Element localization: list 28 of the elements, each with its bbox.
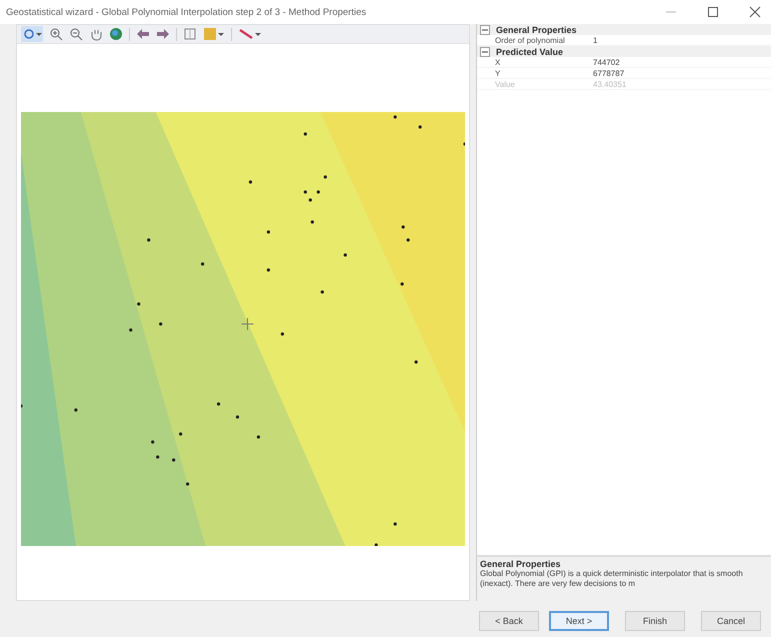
property-value[interactable]: 6778787 [593,68,624,78]
zoom-in-icon[interactable] [49,27,63,41]
property-value[interactable]: 1 [593,36,598,44]
wizard-button[interactable]: Cancel [701,611,761,631]
property-name: Order of polynomial [495,36,566,44]
line-tool-icon[interactable] [238,27,262,41]
group-title: General Properties [496,24,577,34]
globe-icon[interactable] [109,27,123,41]
window-title: Geostatistical wizard - Global Polynomial Interpolation step 2 of 3 - Method Properties [6,6,366,18]
close-icon[interactable] [749,6,761,18]
collapse-icon[interactable] [480,24,490,34]
property-value[interactable]: 744702 [593,58,620,66]
forward-arrow-icon[interactable] [156,27,170,41]
zoom-out-icon[interactable] [69,27,83,41]
maximize-icon[interactable] [707,6,719,18]
back-arrow-icon[interactable] [136,27,150,41]
layer-icon[interactable] [203,27,225,41]
group-title: Predicted Value [496,46,564,56]
layout-icon[interactable] [183,27,197,41]
description-text: Global Polynomial (GPI) is a quick deterministic interpolator that is smooth (inexact). There are very few decisions to m [480,569,744,589]
wizard-button[interactable]: < Back [479,611,539,631]
property-name: X [495,58,502,66]
collapse-icon[interactable] [480,46,490,56]
description-title: General Properties [480,559,562,569]
property-name: Value [495,80,516,88]
wizard-button[interactable]: Next > [549,611,609,631]
wizard-button[interactable]: Finish [625,611,685,631]
property-name: Y [495,68,502,78]
